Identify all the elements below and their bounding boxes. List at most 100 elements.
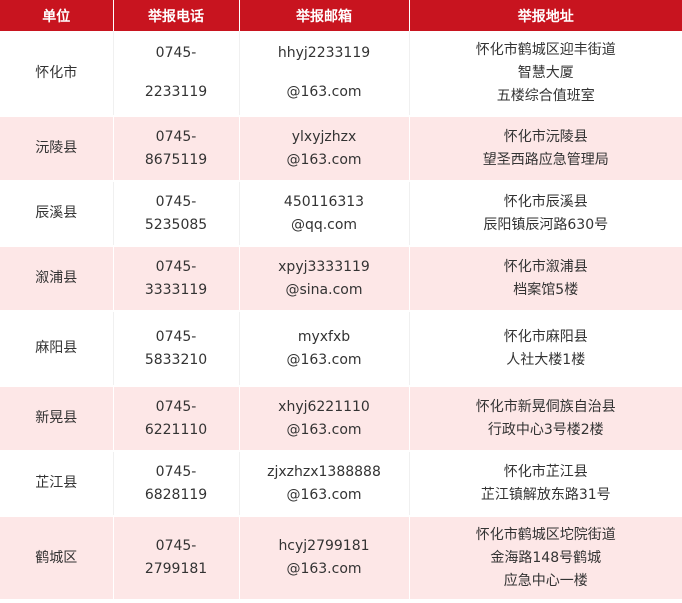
email-user: 450116313 [283, 193, 365, 210]
phone-area-code: 0745- [155, 45, 197, 61]
cell-email: zjxzhzx1388888 @163.com [239, 451, 410, 517]
phone-number: 6221110 [144, 421, 208, 438]
cell-phone: 0745- 8675119 [113, 116, 240, 182]
phone-area-code: 0745- [155, 463, 197, 480]
address-line: 芷江镇解放东路31号 [480, 486, 611, 503]
unit-name: 鹤城区 [35, 549, 78, 566]
table-row: 新晃县 0745- 6221110 xhyj6221110 @163.com 怀… [0, 386, 682, 452]
email-domain: @163.com [286, 561, 362, 577]
phone-number: 5235085 [144, 216, 208, 233]
table-row: 怀化市 0745- 2233119 hhyj2233119 @163.com 怀… [0, 31, 682, 117]
address-line: 五楼综合值班室 [496, 87, 595, 104]
table-row: 鹤城区 0745- 2799181 hcyj2799181 @163.com 怀… [0, 516, 682, 601]
phone-number: 6828119 [144, 486, 208, 503]
email-domain: @163.com [286, 421, 362, 438]
cell-phone: 0745- 6828119 [113, 451, 240, 517]
unit-name: 芷江县 [35, 475, 78, 491]
email-user: xpyj3333119 [278, 258, 370, 275]
phone-area-code: 0745- [155, 328, 197, 345]
cell-unit: 辰溪县 [0, 181, 114, 247]
cell-phone: 0745- 2233119 [113, 31, 240, 117]
header-address: 举报地址 [409, 0, 682, 31]
address-line: 智慧大厦 [517, 64, 574, 81]
email-user: hcyj2799181 [278, 538, 370, 554]
cell-unit: 麻阳县 [0, 311, 114, 387]
header-email: 举报邮箱 [239, 0, 410, 31]
cell-unit: 沅陵县 [0, 116, 114, 182]
unit-name: 怀化市 [35, 64, 78, 81]
cell-email: 450116313 @qq.com [239, 181, 410, 247]
email-domain: @163.com [286, 84, 362, 100]
cell-address: 怀化市溆浦县 档案馆5楼 [409, 246, 682, 312]
email-user: myxfxb [297, 328, 351, 345]
address-line: 怀化市新晃侗族自治县 [475, 398, 616, 415]
cell-email: hhyj2233119 @163.com [239, 31, 410, 117]
table-row: 溆浦县 0745- 3333119 xpyj3333119 @sina.com … [0, 246, 682, 312]
email-domain: @163.com [286, 351, 362, 368]
unit-name: 辰溪县 [35, 205, 78, 221]
table-row: 沅陵县 0745- 8675119 ylxyjzhzx @163.com 怀化市… [0, 116, 682, 182]
cell-unit: 鹤城区 [0, 516, 114, 601]
email-user: hhyj2233119 [277, 45, 371, 61]
report-contact-table: 单位 举报电话 举报邮箱 举报地址 怀化市 0745- 2233119 hhyj… [0, 0, 682, 601]
address-line: 辰阳镇辰河路630号 [483, 216, 609, 233]
cell-address: 怀化市鹤城区迎丰街道 智慧大厦 五楼综合值班室 [409, 31, 682, 117]
cell-email: xpyj3333119 @sina.com [239, 246, 410, 312]
cell-phone: 0745- 3333119 [113, 246, 240, 312]
phone-number: 8675119 [144, 151, 208, 168]
table-header-row: 单位 举报电话 举报邮箱 举报地址 [0, 0, 682, 31]
phone-area-code: 0745- [155, 128, 197, 145]
cell-address: 怀化市鹤城区坨院街道 金海路148号鹤城 应急中心一楼 [409, 516, 682, 601]
cell-unit: 怀化市 [0, 31, 114, 117]
email-user: zjxzhzx1388888 [267, 463, 381, 480]
table-row: 辰溪县 0745- 5235085 450116313 @qq.com 怀化市辰… [0, 181, 682, 247]
phone-number: 2799181 [144, 561, 208, 577]
address-line: 怀化市沅陵县 [503, 128, 588, 145]
phone-number: 3333119 [144, 281, 208, 298]
address-line: 怀化市鹤城区迎丰街道 [475, 41, 616, 58]
cell-unit: 溆浦县 [0, 246, 114, 312]
unit-name: 新晃县 [35, 410, 78, 426]
phone-area-code: 0745- [155, 258, 197, 275]
email-user: xhyj6221110 [278, 398, 370, 415]
cell-unit: 芷江县 [0, 451, 114, 517]
email-domain: @163.com [286, 151, 362, 168]
email-domain: @sina.com [285, 281, 363, 298]
address-line: 怀化市鹤城区坨院街道 [475, 526, 616, 543]
address-line: 怀化市辰溪县 [503, 193, 588, 210]
address-line: 怀化市溆浦县 [503, 258, 588, 275]
cell-address: 怀化市辰溪县 辰阳镇辰河路630号 [409, 181, 682, 247]
header-phone: 举报电话 [113, 0, 240, 31]
cell-address: 怀化市芷江县 芷江镇解放东路31号 [409, 451, 682, 517]
email-domain: @qq.com [290, 216, 358, 233]
address-line: 望圣西路应急管理局 [482, 151, 609, 168]
cell-email: myxfxb @163.com [239, 311, 410, 387]
cell-phone: 0745- 2799181 [113, 516, 240, 601]
cell-email: ylxyjzhzx @163.com [239, 116, 410, 182]
cell-address: 怀化市新晃侗族自治县 行政中心3号楼2楼 [409, 386, 682, 452]
address-line: 怀化市麻阳县 [503, 328, 588, 345]
cell-address: 怀化市麻阳县 人社大楼1楼 [409, 311, 682, 387]
cell-email: hcyj2799181 @163.com [239, 516, 410, 601]
unit-name: 麻阳县 [35, 340, 78, 356]
phone-number: 2233119 [144, 84, 208, 100]
address-line: 人社大楼1楼 [506, 351, 586, 368]
unit-name: 溆浦县 [35, 270, 78, 286]
phone-area-code: 0745- [155, 398, 197, 415]
phone-area-code: 0745- [155, 193, 197, 210]
cell-email: xhyj6221110 @163.com [239, 386, 410, 452]
email-user: ylxyjzhzx [291, 128, 357, 145]
unit-name: 沅陵县 [35, 140, 78, 156]
cell-phone: 0745- 5235085 [113, 181, 240, 247]
address-line: 金海路148号鹤城 [490, 549, 602, 566]
address-line: 行政中心3号楼2楼 [487, 421, 604, 438]
table-row: 麻阳县 0745- 5833210 myxfxb @163.com 怀化市麻阳县… [0, 311, 682, 387]
phone-number: 5833210 [144, 351, 208, 368]
header-unit: 单位 [0, 0, 114, 31]
table-row: 芷江县 0745- 6828119 zjxzhzx1388888 @163.co… [0, 451, 682, 517]
email-domain: @163.com [286, 486, 362, 503]
address-line: 应急中心一楼 [503, 572, 588, 589]
cell-unit: 新晃县 [0, 386, 114, 452]
cell-phone: 0745- 5833210 [113, 311, 240, 387]
cell-address: 怀化市沅陵县 望圣西路应急管理局 [409, 116, 682, 182]
